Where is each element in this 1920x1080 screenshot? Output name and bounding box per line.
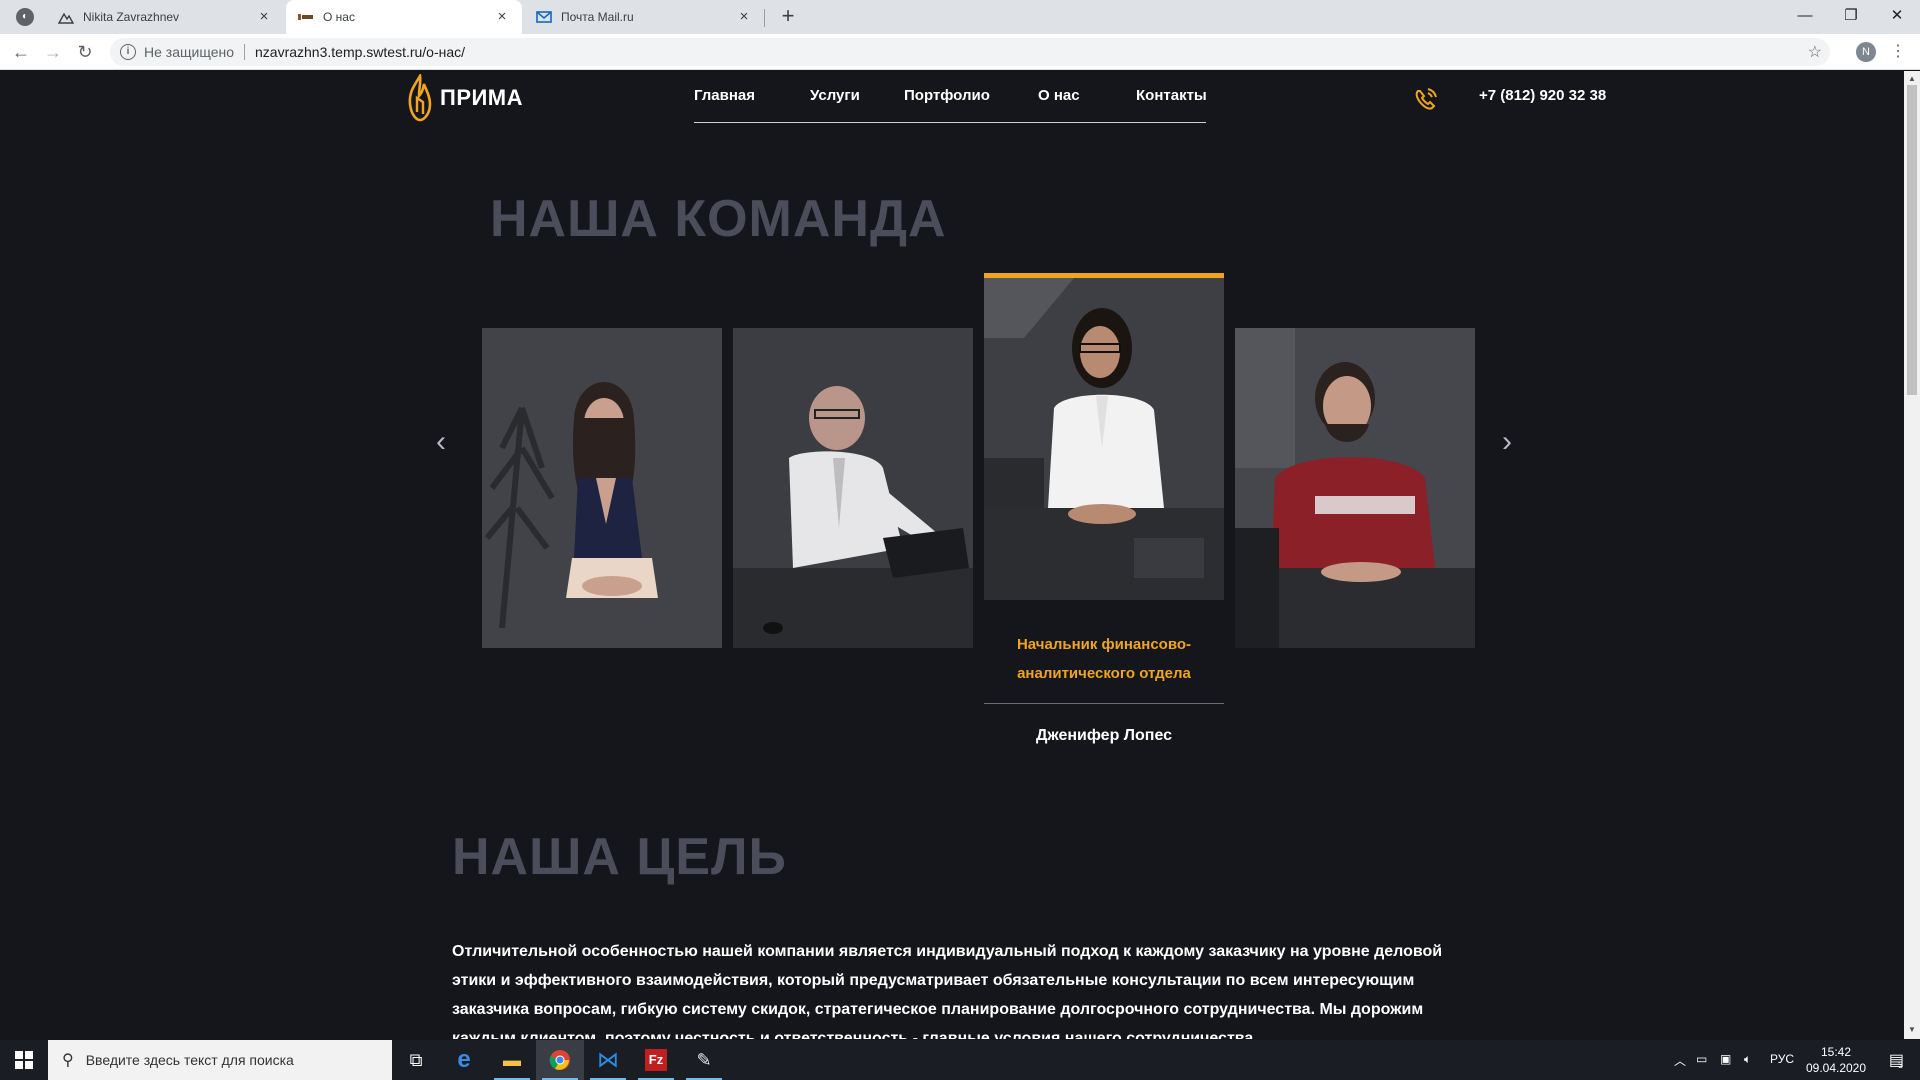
goal-paragraph: Отличительной особенностью нашей компани… <box>452 937 1452 1039</box>
tab-label: О нас <box>323 10 355 24</box>
restore-button[interactable]: ❐ <box>1828 0 1874 30</box>
goal-heading: НАША ЦЕЛЬ <box>452 828 787 886</box>
url-text[interactable]: nzavrazhn3.temp.swtest.ru/о-нас/ <box>255 44 465 60</box>
team-card-photo-active[interactable] <box>984 273 1224 600</box>
team-photo <box>482 328 722 648</box>
forward-button[interactable]: → <box>40 39 66 65</box>
site-logo[interactable]: ПРИМА <box>406 74 523 122</box>
filezilla-icon[interactable]: Fz <box>632 1040 680 1080</box>
carousel-next-arrow-icon[interactable]: › <box>1502 425 1512 459</box>
input-language[interactable]: РУС <box>1770 1052 1794 1066</box>
search-icon: ⚲ <box>62 1052 74 1069</box>
volume-icon[interactable]: 🔈︎ <box>1744 1052 1751 1067</box>
profile-avatar[interactable]: N <box>1856 42 1876 62</box>
goal-line: этики и эффективного взаимодействия, кот… <box>452 972 1415 989</box>
paint-icon[interactable]: ✎ <box>680 1040 728 1080</box>
scrollbar-thumb[interactable] <box>1907 85 1917 395</box>
team-card-photo-man-desk[interactable] <box>733 328 973 648</box>
chrome-taskbar-icon[interactable] <box>536 1040 584 1080</box>
team-photo <box>733 328 973 648</box>
team-card-photo-man-red[interactable] <box>1235 328 1475 648</box>
bookmark-star-icon[interactable]: ☆ <box>1808 42 1822 62</box>
goal-line: Отличительной особенностью нашей компани… <box>452 943 1443 960</box>
nav-services[interactable]: Услуги <box>810 87 860 104</box>
phone-number[interactable]: +7 (812) 920 32 38 <box>1479 87 1606 104</box>
tab-close-icon[interactable]: × <box>256 9 272 25</box>
tab-close-icon[interactable]: × <box>736 9 752 25</box>
taskbar-clock[interactable]: 15:42 09.04.2020 <box>1796 1044 1876 1076</box>
security-label: Не защищено <box>144 44 234 60</box>
goal-line: каждым клиентом, поэтому честность и отв… <box>452 1030 1258 1039</box>
nav-portfolio[interactable]: Портфолио <box>904 87 990 104</box>
tab-nikita[interactable]: Nikita Zavrazhnev × <box>46 0 284 34</box>
notification-count: 3 <box>1898 1060 1904 1070</box>
role-line-1: Начальник финансово- <box>1016 636 1192 653</box>
flame-logo-icon <box>408 74 432 122</box>
vscode-icon[interactable]: ⋈ <box>584 1040 632 1080</box>
tab-mail[interactable]: Почта Mail.ru × <box>524 0 764 34</box>
tab-close-icon[interactable]: × <box>494 9 510 25</box>
windows-start-button[interactable] <box>0 1040 48 1080</box>
notifications-icon[interactable]: ▤ 3 <box>1872 1040 1920 1080</box>
task-view-icon[interactable]: ⧉ <box>392 1040 440 1080</box>
tray-chevron-icon[interactable]: ︿ <box>1674 1052 1686 1069</box>
scroll-up-icon[interactable]: ▲ <box>1908 74 1916 83</box>
main-navigation: Главная Услуги Портфолио О нас Контакты <box>694 71 1207 123</box>
browser-tab-strip: ◐ Nikita Zavrazhnev × О нас × Почта Mail… <box>0 0 1920 34</box>
nav-contacts[interactable]: Контакты <box>1136 87 1207 104</box>
team-photo <box>984 278 1224 600</box>
network-icon[interactable]: ▣ <box>1720 1052 1731 1066</box>
nav-about[interactable]: О нас <box>1038 87 1080 104</box>
brand-name: ПРИМА <box>440 85 524 110</box>
taskbar-search-box[interactable]: ⚲ Введите здесь текст для поиска <box>48 1040 392 1080</box>
active-member-role: Начальник финансово- аналитического отде… <box>984 630 1224 688</box>
mail-icon <box>536 9 552 25</box>
team-photo <box>1235 328 1475 648</box>
clock-time: 15:42 <box>1820 1045 1852 1059</box>
clock-date: 09.04.2020 <box>1805 1061 1867 1075</box>
back-button[interactable]: ← <box>8 39 34 65</box>
windows-taskbar: ⚲ Введите здесь текст для поиска ⧉ e ▬ ⋈… <box>0 1040 1920 1080</box>
carousel-prev-arrow-icon[interactable]: ‹ <box>436 425 446 459</box>
close-window-button[interactable]: ✕ <box>1874 0 1920 30</box>
tab-label: Почта Mail.ru <box>561 10 634 24</box>
goal-line: заказчика вопросам, гибкую систему скидо… <box>452 1001 1424 1018</box>
flag-icon <box>298 9 314 25</box>
page-scrollbar[interactable]: ▲ ▼ <box>1904 71 1920 1039</box>
tab-label: Nikita Zavrazhnev <box>83 10 180 24</box>
taskbar-search-placeholder: Введите здесь текст для поиска <box>85 1052 294 1068</box>
windows-logo-icon <box>15 1051 33 1069</box>
edge-icon[interactable]: e <box>440 1040 488 1080</box>
nav-home[interactable]: Главная <box>694 87 755 104</box>
team-heading: НАША КОМАНДА <box>490 190 947 248</box>
omnibox-divider <box>244 44 245 60</box>
tab-about[interactable]: О нас × <box>286 0 522 34</box>
active-member-name: Дженифер Лопес <box>1035 727 1173 744</box>
team-card-photo-woman[interactable] <box>482 328 722 648</box>
file-explorer-icon[interactable]: ▬ <box>488 1040 536 1080</box>
chrome-icon[interactable]: ◐ <box>16 8 34 26</box>
scroll-down-icon[interactable]: ▼ <box>1908 1025 1916 1034</box>
info-icon[interactable]: i <box>120 44 136 60</box>
battery-icon[interactable]: ▭ <box>1696 1052 1707 1066</box>
minimize-button[interactable]: — <box>1782 0 1828 30</box>
chrome-menu-icon[interactable]: ⋮ <box>1890 40 1906 64</box>
reload-button[interactable]: ↻ <box>72 39 98 65</box>
card-divider <box>984 703 1224 704</box>
role-line-2: аналитического отдела <box>1017 665 1191 682</box>
page-viewport: ПРИМА Главная Услуги Портфолио О нас Кон… <box>0 71 1904 1039</box>
mountain-icon <box>58 9 74 25</box>
address-bar[interactable]: i Не защищено nzavrazhn3.temp.swtest.ru/… <box>110 38 1830 66</box>
new-tab-button[interactable]: + <box>776 5 800 29</box>
browser-toolbar: ← → ↻ i Не защищено nzavrazhn3.temp.swte… <box>0 34 1920 70</box>
phone-icon <box>1415 88 1437 110</box>
tab-separator <box>764 9 765 27</box>
